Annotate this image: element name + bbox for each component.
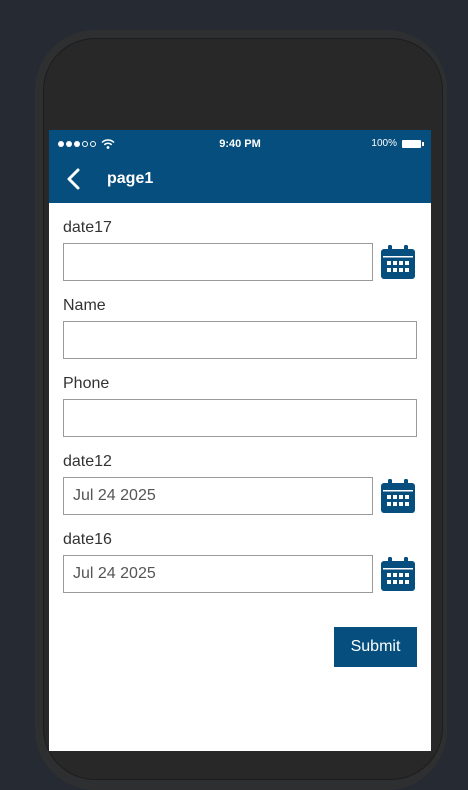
date12-label: date12: [63, 453, 112, 470]
name-label: Name: [63, 297, 106, 314]
form: date17 Name Phone date12 Jul 24 2025 dat…: [49, 218, 431, 667]
page-title: page1: [107, 170, 154, 187]
date12-input[interactable]: [63, 477, 373, 515]
date16-input[interactable]: [63, 555, 373, 593]
calendar-icon[interactable]: [380, 478, 416, 514]
date16-label: date16: [63, 531, 112, 548]
phone-label: Phone: [63, 375, 110, 392]
app-header: page1: [49, 156, 431, 203]
date17-label: date17: [63, 219, 112, 236]
name-input[interactable]: [63, 321, 417, 359]
battery-icon: [402, 139, 424, 148]
battery-percent: 100%: [371, 138, 397, 149]
status-bar: 9:40 PM 100%: [49, 130, 431, 156]
calendar-icon[interactable]: [380, 244, 416, 280]
date17-input[interactable]: [63, 243, 373, 281]
submit-button[interactable]: Submit: [334, 627, 417, 667]
back-chevron-icon[interactable]: [63, 167, 87, 191]
phone-screen: 9:40 PM 100% page1 date17 Name Phone dat…: [49, 130, 431, 751]
calendar-icon[interactable]: [380, 556, 416, 592]
phone-input[interactable]: [63, 399, 417, 437]
battery-indicator: 100%: [371, 138, 424, 149]
